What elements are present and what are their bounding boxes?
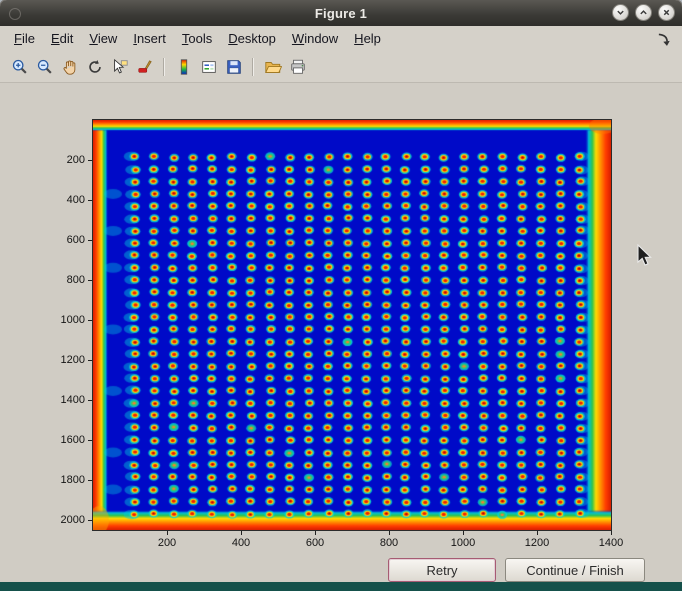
- toolbar-button-open-folder[interactable]: [261, 55, 284, 78]
- zoom-in-icon: [11, 58, 29, 76]
- y-tick-label: 1200: [61, 354, 85, 366]
- continue-finish-button[interactable]: Continue / Finish: [505, 558, 645, 582]
- brush-icon: [136, 58, 154, 76]
- y-tick-mark: [88, 200, 92, 201]
- menu-item-insert[interactable]: Insert: [125, 28, 174, 49]
- x-tick-label: 400: [232, 537, 250, 549]
- x-tick-mark: [241, 531, 242, 535]
- toolbar-separator: [163, 58, 165, 76]
- y-tick-mark: [88, 240, 92, 241]
- figure-window: Figure 1 FileEditViewInsertToolsDesktopW…: [0, 0, 682, 591]
- y-tick-label: 2000: [61, 514, 85, 526]
- chevron-down-icon: [616, 8, 625, 17]
- plot-wrap: 2004006008001000120014002004006008001000…: [93, 120, 611, 530]
- x-tick-mark: [463, 531, 464, 535]
- menu-item-desktop[interactable]: Desktop: [220, 28, 284, 49]
- window-title: Figure 1: [0, 6, 682, 21]
- x-tick-label: 800: [380, 537, 398, 549]
- x-tick-label: 1200: [525, 537, 549, 549]
- toolbar-button-data-cursor[interactable]: [108, 55, 131, 78]
- x-tick-mark: [537, 531, 538, 535]
- toolbar-button-brush[interactable]: [133, 55, 156, 78]
- y-tick-label: 600: [67, 234, 85, 246]
- x-tick-mark: [315, 531, 316, 535]
- print-icon: [289, 58, 307, 76]
- menu-item-file[interactable]: File: [6, 28, 43, 49]
- y-tick-label: 1800: [61, 474, 85, 486]
- bottom-edge-strip: [0, 582, 682, 591]
- window-menu-icon[interactable]: [9, 8, 21, 20]
- x-tick-label: 1400: [599, 537, 623, 549]
- y-tick-label: 1600: [61, 434, 85, 446]
- toolbar-button-print[interactable]: [286, 55, 309, 78]
- undock-arrow-icon[interactable]: [656, 31, 672, 47]
- menu-item-view[interactable]: View: [81, 28, 125, 49]
- save-icon: [225, 58, 243, 76]
- x-tick-mark: [611, 531, 612, 535]
- toolbar: [0, 51, 682, 83]
- close-button[interactable]: [658, 4, 675, 21]
- x-tick-label: 600: [306, 537, 324, 549]
- close-icon: [662, 8, 671, 17]
- shade-button[interactable]: [612, 4, 629, 21]
- plot-canvas[interactable]: [93, 120, 611, 530]
- y-tick-mark: [88, 360, 92, 361]
- toolbar-separator: [252, 58, 254, 76]
- figure-area: 200 400 600 800 1000 1200 1400 200 400 600 800 1000…: [0, 83, 682, 582]
- x-tick-label: 1000: [451, 537, 475, 549]
- rotate-3d-icon: [86, 58, 104, 76]
- y-tick-label: 1000: [61, 314, 85, 326]
- y-tick-mark: [88, 520, 92, 521]
- insert-legend-icon: [200, 58, 218, 76]
- menu-item-tools[interactable]: Tools: [174, 28, 220, 49]
- x-tick-mark: [389, 531, 390, 535]
- y-tick-label: 400: [67, 194, 85, 206]
- toolbar-button-save[interactable]: [222, 55, 245, 78]
- maximize-button[interactable]: [635, 4, 652, 21]
- x-tick-mark: [167, 531, 168, 535]
- menu-item-help[interactable]: Help: [346, 28, 389, 49]
- y-tick-mark: [88, 400, 92, 401]
- menu-items: FileEditViewInsertToolsDesktopWindowHelp: [6, 28, 389, 49]
- menu-item-edit[interactable]: Edit: [43, 28, 81, 49]
- titlebar[interactable]: Figure 1: [0, 0, 682, 26]
- y-tick-mark: [88, 320, 92, 321]
- toolbar-button-insert-legend[interactable]: [197, 55, 220, 78]
- y-tick-label: 1400: [61, 394, 85, 406]
- menubar: FileEditViewInsertToolsDesktopWindowHelp: [0, 26, 682, 51]
- window-controls: [612, 4, 675, 21]
- pan-hand-icon: [61, 58, 79, 76]
- toolbar-button-pan-hand[interactable]: [58, 55, 81, 78]
- data-cursor-icon: [111, 58, 129, 76]
- toolbar-button-zoom-out[interactable]: [33, 55, 56, 78]
- retry-button[interactable]: Retry: [388, 558, 496, 582]
- menu-item-window[interactable]: Window: [284, 28, 346, 49]
- y-tick-label: 200: [67, 154, 85, 166]
- y-tick-mark: [88, 160, 92, 161]
- y-tick-mark: [88, 440, 92, 441]
- toolbar-button-rotate-3d[interactable]: [83, 55, 106, 78]
- y-tick-mark: [88, 480, 92, 481]
- toolbar-button-insert-colorbar[interactable]: [172, 55, 195, 78]
- y-tick-mark: [88, 280, 92, 281]
- chevron-up-icon: [639, 8, 648, 17]
- x-tick-label: 200: [158, 537, 176, 549]
- zoom-out-icon: [36, 58, 54, 76]
- open-folder-icon: [264, 58, 282, 76]
- toolbar-button-zoom-in[interactable]: [8, 55, 31, 78]
- insert-colorbar-icon: [175, 58, 193, 76]
- y-tick-label: 800: [67, 274, 85, 286]
